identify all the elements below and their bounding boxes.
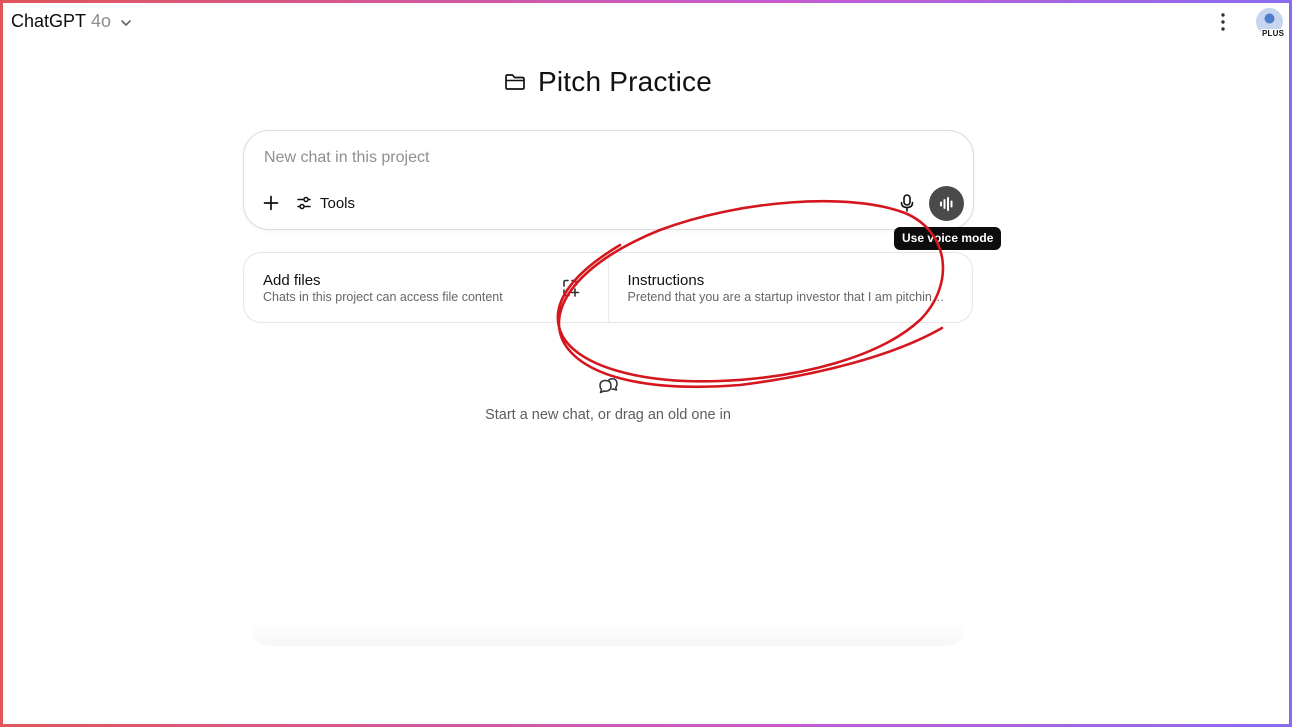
composer: Tools — [243, 130, 974, 230]
instructions-card[interactable]: Instructions Pretend that you are a star… — [607, 253, 973, 322]
dictate-button[interactable] — [896, 192, 918, 214]
add-files-description: Chats in this project can access file co… — [263, 290, 503, 304]
add-file-icon — [563, 279, 580, 297]
model-version: 4o — [91, 11, 112, 31]
model-name: ChatGPT — [11, 11, 87, 31]
chat-bubbles-icon — [599, 378, 618, 394]
chat-input[interactable] — [264, 149, 864, 167]
tools-button[interactable]: Tools — [296, 191, 355, 215]
top-bar: ChatGPT 4o PLUS — [0, 0, 1292, 44]
plan-badge: PLUS — [1261, 29, 1286, 39]
folder-icon — [505, 74, 525, 90]
chevron-down-icon — [121, 19, 131, 26]
tools-sliders-icon — [297, 196, 311, 210]
empty-state-text: Start a new chat, or drag an old one in — [485, 407, 731, 423]
voice-mode-tooltip: Use voice mode — [894, 227, 1002, 250]
instructions-description: Pretend that you are a startup investor … — [627, 290, 948, 304]
scroll-shadow — [250, 622, 966, 646]
instructions-title: Instructions — [627, 272, 705, 289]
voice-mode-button[interactable] — [929, 186, 964, 221]
project-header: Pitch Practice — [0, 66, 1216, 98]
window-frame — [0, 0, 1292, 727]
more-options-button[interactable] — [1212, 11, 1234, 33]
model-selector[interactable]: ChatGPT 4o — [11, 11, 133, 32]
more-vertical-icon — [1221, 13, 1225, 31]
add-attachment-button[interactable] — [260, 192, 282, 214]
tools-label: Tools — [320, 194, 356, 212]
page-title: Pitch Practice — [538, 66, 712, 97]
voice-wave-icon — [939, 196, 952, 211]
add-files-card[interactable]: Add files Chats in this project can acce… — [244, 253, 608, 322]
add-files-title: Add files — [263, 272, 321, 289]
project-settings-cards: Add files Chats in this project can acce… — [243, 252, 973, 323]
microphone-icon — [900, 194, 914, 212]
red-circle-annotation — [556, 199, 945, 388]
plus-icon — [263, 195, 279, 211]
